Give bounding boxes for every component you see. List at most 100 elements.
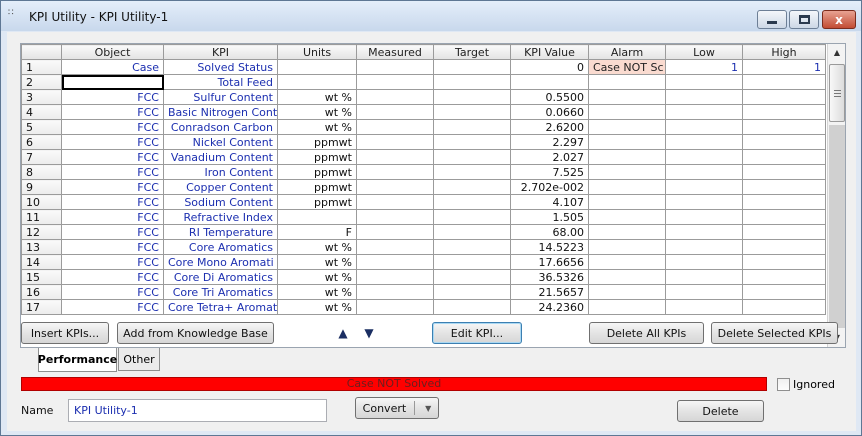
table-row[interactable]: 17 FCC Core Tetra+ Aromati wt % 24.2360 [21,299,826,315]
cell-low[interactable] [665,224,743,240]
cell-alarm[interactable] [588,119,666,135]
cell-low[interactable] [665,284,743,300]
cell-alarm[interactable] [588,209,666,225]
cell-kpi[interactable]: Sodium Content [163,194,278,210]
cell-measured[interactable] [356,119,434,135]
row-number[interactable]: 4 [21,104,62,120]
cell-object[interactable]: FCC [61,284,164,300]
cell-kpi[interactable]: Copper Content [163,179,278,195]
corner-header[interactable] [21,44,62,60]
cell-measured[interactable] [356,104,434,120]
table-row[interactable]: 14 FCC Core Mono Aromati wt % 17.6656 [21,254,826,270]
table-row[interactable]: 9 FCC Copper Content ppmwt 2.702e-002 [21,179,826,195]
row-number[interactable]: 10 [21,194,62,210]
cell-low[interactable] [665,239,743,255]
cell-value[interactable]: 17.6656 [510,254,589,270]
cell-value[interactable]: 21.5657 [510,284,589,300]
insert-kpis-button[interactable]: Insert KPIs... [21,322,109,344]
column-header-kpi-value[interactable]: KPI Value [510,44,589,60]
cell-value[interactable]: 2.6200 [510,119,589,135]
cell-kpi[interactable]: Sulfur Content [163,89,278,105]
cell-alarm[interactable] [588,104,666,120]
cell-measured[interactable] [356,284,434,300]
cell-object[interactable]: FCC [61,239,164,255]
cell-value[interactable]: 0 [510,59,589,75]
cell-kpi[interactable]: Core Aromatics [163,239,278,255]
cell-value[interactable]: 7.525 [510,164,589,180]
cell-units[interactable] [277,59,357,75]
cell-low[interactable] [665,254,743,270]
cell-value[interactable] [510,74,589,90]
row-number[interactable]: 12 [21,224,62,240]
cell-kpi[interactable]: Core Tetra+ Aromati [163,299,278,315]
table-row[interactable]: 3 FCC Sulfur Content wt % 0.5500 [21,89,826,105]
cell-high[interactable] [742,284,826,300]
cell-object[interactable]: FCC [61,89,164,105]
cell-measured[interactable] [356,209,434,225]
cell-units[interactable]: F [277,224,357,240]
row-number[interactable]: 3 [21,89,62,105]
table-row[interactable]: 12 FCC RI Temperature F 68.00 [21,224,826,240]
cell-measured[interactable] [356,254,434,270]
cell-object[interactable]: FCC [61,254,164,270]
cell-low[interactable] [665,179,743,195]
cell-object[interactable]: FCC [61,269,164,285]
cell-target[interactable] [433,164,511,180]
cell-low[interactable] [665,209,743,225]
cell-alarm[interactable] [588,269,666,285]
cell-object[interactable] [61,74,164,90]
cell-object[interactable]: FCC [61,224,164,240]
table-row[interactable]: 4 FCC Basic Nitrogen Cont wt % 0.0660 [21,104,826,120]
column-header-kpi[interactable]: KPI [163,44,278,60]
row-number[interactable]: 9 [21,179,62,195]
maximize-button[interactable] [789,10,819,29]
column-header-object[interactable]: Object [61,44,164,60]
scrollbar-thumb[interactable] [829,64,845,122]
edit-kpi-button[interactable]: Edit KPI... [432,322,522,344]
scroll-up-icon[interactable]: ▲ [829,45,845,61]
cell-low[interactable] [665,134,743,150]
cell-high[interactable]: 1 [742,59,826,75]
cell-units[interactable]: ppmwt [277,179,357,195]
cell-low[interactable] [665,164,743,180]
cell-target[interactable] [433,134,511,150]
cell-high[interactable] [742,194,826,210]
column-header-low[interactable]: Low [665,44,743,60]
cell-kpi[interactable]: Nickel Content [163,134,278,150]
ignored-checkbox[interactable] [777,378,790,391]
cell-high[interactable] [742,269,826,285]
cell-target[interactable] [433,224,511,240]
cell-low[interactable] [665,119,743,135]
cell-alarm[interactable] [588,194,666,210]
cell-low[interactable]: 1 [665,59,743,75]
cell-units[interactable]: wt % [277,269,357,285]
cell-object[interactable]: FCC [61,164,164,180]
cell-target[interactable] [433,179,511,195]
cell-alarm[interactable] [588,284,666,300]
cell-low[interactable] [665,149,743,165]
table-row[interactable]: 7 FCC Vanadium Content ppmwt 2.027 [21,149,826,165]
cell-alarm[interactable] [588,224,666,240]
cell-measured[interactable] [356,224,434,240]
cell-low[interactable] [665,299,743,315]
cell-measured[interactable] [356,134,434,150]
tab-performance[interactable]: Performance [38,348,117,372]
cell-alarm[interactable] [588,74,666,90]
cell-kpi[interactable]: RI Temperature [163,224,278,240]
cell-units[interactable]: wt % [277,284,357,300]
cell-alarm[interactable] [588,134,666,150]
cell-units[interactable]: ppmwt [277,164,357,180]
cell-units[interactable] [277,209,357,225]
row-number[interactable]: 6 [21,134,62,150]
delete-selected-kpis-button[interactable]: Delete Selected KPIs [711,322,838,344]
table-row[interactable]: 16 FCC Core Tri Aromatics wt % 21.5657 [21,284,826,300]
ignored-checkbox-group[interactable]: Ignored [777,378,835,391]
table-row[interactable]: 11 FCC Refractive Index 1.505 [21,209,826,225]
column-header-units[interactable]: Units [277,44,357,60]
cell-value[interactable]: 36.5326 [510,269,589,285]
cell-object[interactable]: FCC [61,104,164,120]
row-number[interactable]: 16 [21,284,62,300]
scrollbar-track[interactable] [829,125,845,328]
cell-kpi[interactable]: Basic Nitrogen Cont [163,104,278,120]
row-number[interactable]: 7 [21,149,62,165]
